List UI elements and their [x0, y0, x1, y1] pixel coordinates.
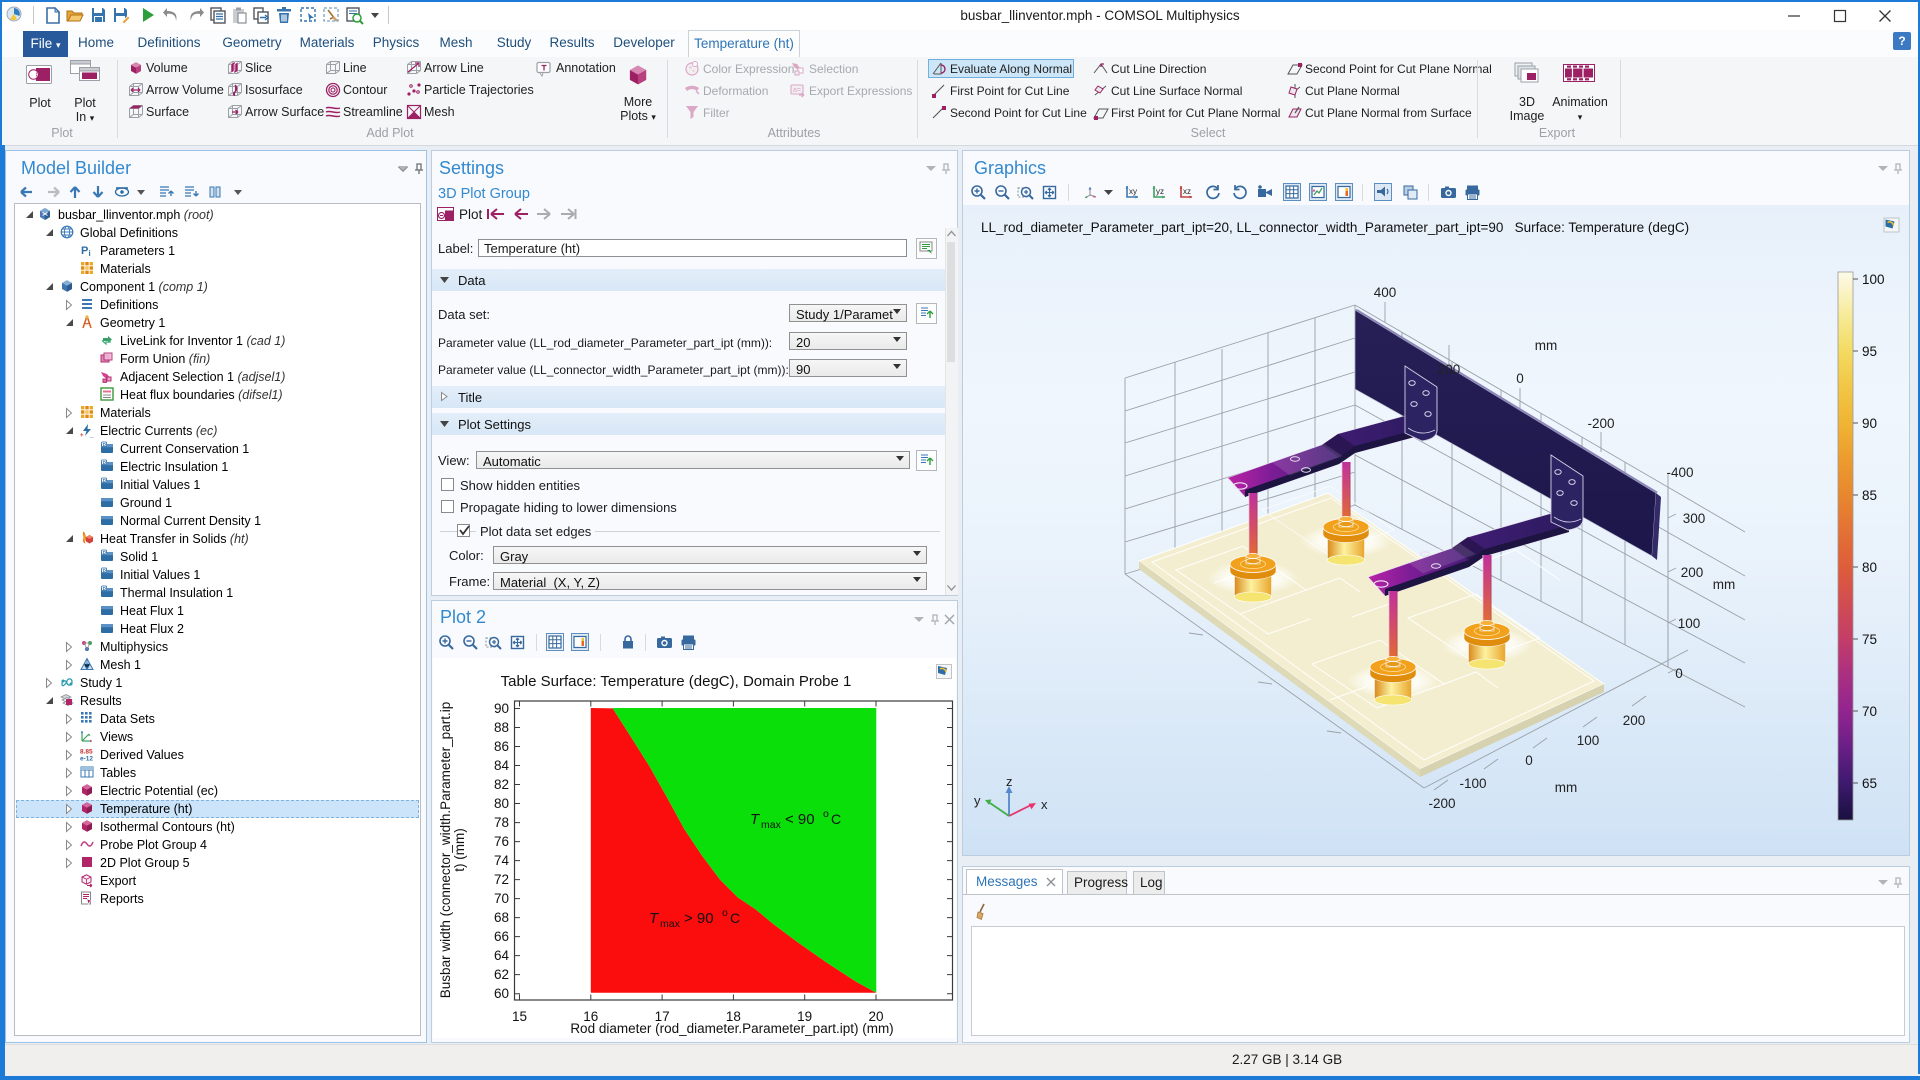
- svg-text:C: C: [730, 910, 740, 926]
- svg-text:_: _: [89, 432, 94, 439]
- svg-text:8.85: 8.85: [80, 749, 93, 756]
- svg-text:65: 65: [1862, 776, 1877, 791]
- svg-text:100: 100: [1678, 616, 1701, 631]
- svg-text:mm: mm: [1555, 780, 1578, 795]
- svg-text:yz: yz: [1156, 187, 1164, 196]
- svg-text:64: 64: [494, 948, 510, 963]
- svg-text:LL_rod_diameter_Parameter_part: LL_rod_diameter_Parameter_part_ipt=20, L…: [981, 220, 1689, 235]
- svg-text:74: 74: [494, 853, 510, 868]
- svg-text:100: 100: [1577, 733, 1600, 748]
- svg-text:t) (mm): t) (mm): [452, 828, 467, 871]
- svg-text:72: 72: [494, 872, 509, 887]
- svg-text:95: 95: [1862, 344, 1877, 359]
- svg-text:200: 200: [1623, 713, 1646, 728]
- svg-text:< 90: < 90: [785, 811, 815, 828]
- svg-text:80: 80: [494, 796, 509, 811]
- svg-text:70: 70: [494, 891, 509, 906]
- svg-text:-200: -200: [1428, 796, 1455, 811]
- svg-text:Table Surface: Temperature (de: Table Surface: Temperature (degC), Domai…: [501, 673, 852, 690]
- svg-text:a=: a=: [793, 87, 801, 94]
- svg-text:90: 90: [494, 701, 509, 716]
- svg-text:-400: -400: [1666, 465, 1693, 480]
- svg-text:z: z: [1006, 774, 1013, 789]
- svg-text:70: 70: [1862, 704, 1877, 719]
- svg-text:e-12: e-12: [80, 756, 93, 763]
- svg-text:62: 62: [494, 967, 509, 982]
- svg-text:Busbar width (connector_width.: Busbar width (connector_width.Parameter_…: [438, 702, 453, 998]
- svg-text:68: 68: [494, 910, 509, 925]
- svg-text:0: 0: [1525, 753, 1533, 768]
- svg-text:82: 82: [494, 777, 509, 792]
- svg-text:mm: mm: [1713, 577, 1736, 592]
- svg-text:86: 86: [494, 739, 509, 754]
- svg-text:xy: xy: [1129, 187, 1137, 196]
- svg-text:o: o: [823, 808, 829, 820]
- svg-text:15: 15: [512, 1009, 527, 1024]
- svg-text:mm: mm: [1535, 338, 1558, 353]
- svg-text:y: y: [974, 793, 981, 808]
- svg-text:78: 78: [494, 815, 509, 830]
- svg-text:66: 66: [494, 929, 509, 944]
- svg-text:C: C: [831, 811, 841, 827]
- svg-text:-200: -200: [1587, 416, 1614, 431]
- svg-text:100: 100: [1862, 272, 1885, 287]
- svg-text:75: 75: [1862, 632, 1877, 647]
- svg-text:300: 300: [1683, 511, 1706, 526]
- svg-text:max: max: [660, 918, 681, 930]
- svg-text:88: 88: [494, 720, 509, 735]
- svg-text:i: i: [89, 249, 91, 258]
- svg-text:90: 90: [1862, 416, 1877, 431]
- svg-text:80: 80: [1862, 560, 1877, 575]
- svg-text:76: 76: [494, 834, 509, 849]
- svg-text:0: 0: [1516, 371, 1524, 386]
- svg-text:84: 84: [494, 758, 510, 773]
- svg-text:85: 85: [1862, 488, 1877, 503]
- svg-text:400: 400: [1374, 285, 1397, 300]
- svg-text:xz: xz: [1183, 187, 1191, 196]
- svg-text:max: max: [761, 819, 782, 831]
- svg-text:200: 200: [1681, 565, 1704, 580]
- svg-text:P: P: [81, 245, 88, 257]
- svg-text:o: o: [722, 907, 728, 919]
- svg-text:x: x: [1041, 797, 1048, 812]
- svg-text:60: 60: [494, 986, 509, 1001]
- svg-text:-100: -100: [1459, 776, 1486, 791]
- svg-text:0: 0: [1675, 666, 1683, 681]
- svg-text:200: 200: [1438, 362, 1461, 377]
- svg-text:Rod diameter (rod_diameter.Par: Rod diameter (rod_diameter.Parameter_par…: [570, 1021, 893, 1036]
- svg-text:+: +: [80, 433, 84, 439]
- svg-text:> 90: > 90: [684, 910, 714, 927]
